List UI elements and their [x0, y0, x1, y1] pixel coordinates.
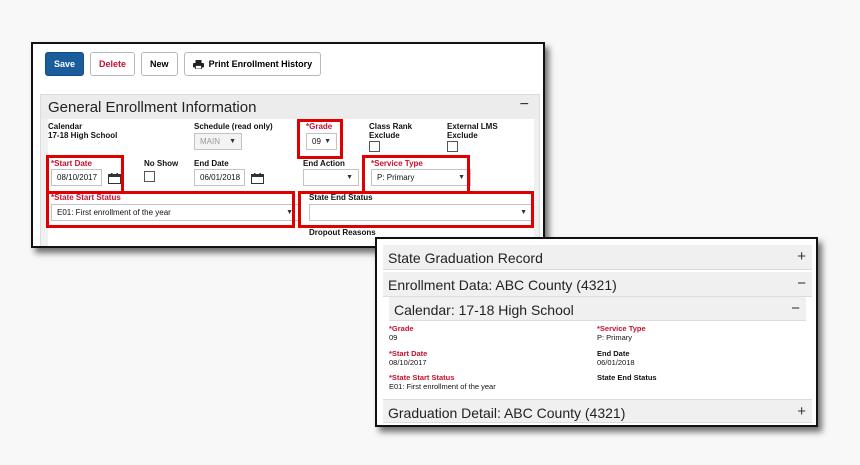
expand-toggle[interactable]: +	[797, 248, 806, 265]
service-type-value: P: Primary	[377, 173, 415, 182]
section-title: State Graduation Record	[388, 250, 543, 266]
calendar-section[interactable]: Calendar: 17-18 High School −	[389, 297, 806, 321]
state-start-status-label: *State Start Status	[389, 373, 455, 382]
collapse-toggle[interactable]: −	[791, 300, 800, 317]
chevron-down-icon: ▼	[286, 209, 293, 216]
external-lms-exclude-label: External LMS Exclude	[447, 122, 498, 140]
expand-toggle[interactable]: +	[797, 403, 806, 420]
chevron-down-icon: ▼	[229, 138, 236, 145]
section-title: Enrollment Data: ABC County (4321)	[388, 277, 617, 293]
printer-icon	[192, 59, 204, 69]
calendar-details: *Grade 09 *Service Type P: Primary *Star…	[389, 321, 806, 397]
end-date-value: 06/01/2018	[597, 358, 635, 367]
grade-select[interactable]: 09 ▼	[306, 133, 337, 150]
dropout-reasons-label: Dropout Reasons	[309, 228, 376, 237]
service-type-label: *Service Type	[371, 159, 423, 168]
print-button-label: Print Enrollment History	[208, 59, 313, 69]
chevron-down-icon: ▼	[458, 174, 465, 181]
chevron-down-icon: ▼	[346, 174, 353, 181]
enrollment-editor-screenshot: Save Delete New Print Enrollment History…	[31, 42, 545, 248]
end-date-label: End Date	[597, 349, 630, 358]
calendar-icon[interactable]	[251, 171, 264, 184]
start-date-value: 08/10/2017	[57, 173, 98, 182]
service-type-value: P: Primary	[597, 333, 633, 342]
delete-button[interactable]: Delete	[90, 52, 136, 76]
schedule-label: Schedule (read only)	[194, 122, 273, 131]
section-title: Graduation Detail: ABC County (4321)	[388, 405, 626, 421]
grade-label: *Grade	[306, 122, 333, 131]
grade-value: 09	[389, 333, 398, 342]
state-start-status-value: E01: First enrollment of the year	[57, 208, 171, 217]
start-date-label: *Start Date	[51, 159, 92, 168]
end-date-value: 06/01/2018	[200, 173, 241, 182]
new-button[interactable]: New	[141, 52, 178, 76]
enrollment-data-section[interactable]: Enrollment Data: ABC County (4321) −	[383, 272, 812, 297]
graduation-detail-section[interactable]: Graduation Detail: ABC County (4321) +	[383, 399, 812, 423]
schedule-value: MAIN	[200, 137, 220, 146]
grade-label: *Grade	[389, 324, 414, 333]
state-start-status-select[interactable]: E01: First enrollment of the year ▼	[51, 204, 299, 221]
general-enrollment-header[interactable]: General Enrollment Information −	[41, 95, 539, 119]
end-date-label: End Date	[194, 159, 229, 168]
section-title: Calendar: 17-18 High School	[394, 302, 574, 318]
state-end-status-select[interactable]: ▼	[309, 204, 533, 221]
grade-value: 09	[312, 137, 321, 146]
start-date-label: *Start Date	[389, 349, 428, 358]
collapse-toggle[interactable]: −	[520, 96, 529, 114]
general-enrollment-panel: General Enrollment Information − Calenda…	[40, 94, 540, 246]
enrollment-summary-screenshot: State Graduation Record + Enrollment Dat…	[375, 237, 818, 427]
panel-title: General Enrollment Information	[48, 99, 257, 116]
end-action-select[interactable]: ▼	[303, 169, 359, 186]
calendar-value: 17-18 High School	[48, 131, 118, 140]
general-enrollment-form: Calendar 17-18 High School Schedule (rea…	[48, 119, 534, 246]
state-graduation-record-section[interactable]: State Graduation Record +	[383, 245, 812, 270]
chevron-down-icon: ▼	[324, 138, 331, 145]
class-rank-exclude-label: Class Rank Exclude	[369, 122, 413, 140]
end-date-input[interactable]: 06/01/2018	[194, 169, 245, 186]
calendar-label: Calendar	[48, 122, 83, 131]
service-type-label: *Service Type	[597, 324, 646, 333]
no-show-label: No Show	[144, 159, 179, 168]
collapse-toggle[interactable]: −	[797, 275, 806, 292]
state-end-status-label: State End Status	[597, 373, 657, 382]
state-end-status-label: State End Status	[309, 193, 373, 202]
start-date-value: 08/10/2017	[389, 358, 427, 367]
start-date-input[interactable]: 08/10/2017	[51, 169, 102, 186]
no-show-checkbox[interactable]	[144, 171, 155, 182]
schedule-select: MAIN ▼	[194, 133, 242, 150]
service-type-select[interactable]: P: Primary ▼	[371, 169, 471, 186]
external-lms-exclude-checkbox[interactable]	[447, 141, 458, 152]
action-toolbar: Save Delete New Print Enrollment History	[45, 52, 322, 76]
state-start-status-label: *State Start Status	[51, 193, 121, 202]
save-button[interactable]: Save	[45, 52, 85, 76]
chevron-down-icon: ▼	[520, 209, 527, 216]
state-start-status-value: E01: First enrollment of the year	[389, 382, 496, 391]
end-action-label: End Action	[303, 159, 345, 168]
calendar-icon[interactable]	[108, 171, 121, 184]
print-enrollment-history-button[interactable]: Print Enrollment History	[183, 52, 322, 76]
class-rank-exclude-checkbox[interactable]	[369, 141, 380, 152]
